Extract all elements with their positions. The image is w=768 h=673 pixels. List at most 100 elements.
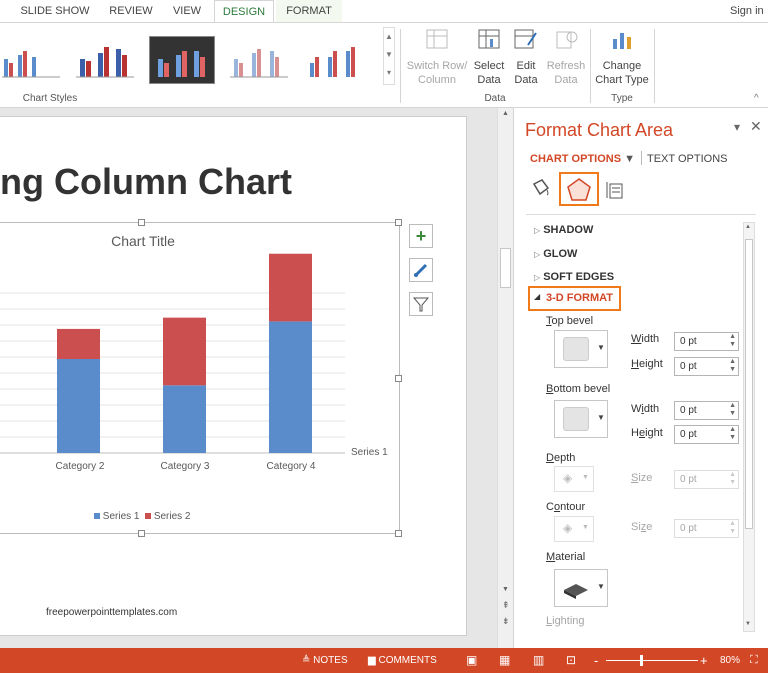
next-slide-button[interactable]: ⇟ xyxy=(502,616,510,627)
resize-handle[interactable] xyxy=(395,375,402,382)
bar-series2[interactable] xyxy=(163,317,206,386)
slide-scrollbar[interactable]: ▲ ▼ ⇞ ⇟ xyxy=(497,108,513,648)
scroll-down-arrow[interactable]: ▼ xyxy=(502,586,509,593)
slide-canvas[interactable]: ng Column Chart Chart Title Series 1 Cat… xyxy=(0,116,467,636)
format-3d-section[interactable]: ◢ 3-D FORMAT xyxy=(528,286,621,311)
bottom-bevel-dropdown[interactable]: ▼ xyxy=(554,400,608,438)
chart-area[interactable]: Chart Title Series 1 Category 2 Category… xyxy=(0,219,402,537)
zoom-in-button[interactable]: + xyxy=(700,648,708,673)
chart-style-thumb-3[interactable] xyxy=(149,36,215,84)
tab-review[interactable]: REVIEW xyxy=(102,0,160,22)
chart-filters-button[interactable] xyxy=(409,292,433,316)
collapse-ribbon-icon[interactable]: ^ xyxy=(754,93,759,104)
chart-style-thumb-5[interactable] xyxy=(304,37,368,83)
bar-series1[interactable] xyxy=(57,359,100,453)
prev-slide-button[interactable]: ⇞ xyxy=(502,600,510,611)
chevron-down-icon: ▼ xyxy=(597,582,605,591)
contour-color-dropdown[interactable]: ◈ ▼ xyxy=(554,516,594,542)
scroll-thumb[interactable] xyxy=(500,248,511,288)
data-group-label: Data xyxy=(484,93,506,104)
slide-title[interactable]: ng Column Chart xyxy=(0,161,292,203)
zoom-level[interactable]: 80% xyxy=(720,648,740,673)
resize-handle[interactable] xyxy=(395,530,402,537)
bottom-bevel-width-spinner[interactable]: 0 pt ▲ ▼ xyxy=(674,401,739,420)
tab-format[interactable]: FORMAT xyxy=(276,0,342,22)
category-label: Category 3 xyxy=(160,461,210,472)
zoom-out-button[interactable]: - xyxy=(594,648,598,673)
chart-legend[interactable]: Series 1 Series 2 xyxy=(94,511,191,522)
chart-style-thumb-2[interactable] xyxy=(74,37,138,83)
switch-row-column-button[interactable]: Switch Row/ Column xyxy=(404,59,470,87)
bottom-bevel-height-spinner[interactable]: 0 pt ▲ ▼ xyxy=(674,425,739,444)
soft-edges-section[interactable]: ▷ SOFT EDGES xyxy=(534,271,614,283)
zoom-slider-thumb[interactable] xyxy=(640,655,643,666)
resize-handle[interactable] xyxy=(138,219,145,226)
refresh-data-button[interactable]: Refresh Data xyxy=(546,59,586,87)
chart-style-thumb-1[interactable] xyxy=(0,37,64,83)
shadow-section[interactable]: ▷ SHADOW xyxy=(534,224,593,236)
chart-styles-brush-button[interactable] xyxy=(409,258,433,282)
contour-size-spinner[interactable]: 0 pt ▲ ▼ xyxy=(674,519,739,538)
chevron-down-icon: ▼ xyxy=(597,413,605,422)
change-chart-type-button[interactable]: Change Chart Type xyxy=(594,59,650,87)
effects-tab[interactable] xyxy=(559,172,599,206)
notes-button[interactable]: ≜ NOTES xyxy=(302,648,348,673)
top-bevel-height-spinner[interactable]: 0 pt ▲ ▼ xyxy=(674,357,739,376)
status-bar: ≜ NOTES ▆ COMMENTS ▣ ▦ ▥ ⊡ - + 80% ⛶ xyxy=(0,648,768,673)
tab-slide-show[interactable]: SLIDE SHOW xyxy=(14,0,96,22)
top-width-label: Width xyxy=(631,333,660,345)
pane-menu-icon[interactable]: ▾ xyxy=(734,120,740,134)
slideshow-icon[interactable]: ⊡ xyxy=(566,648,576,673)
text-options-tab[interactable]: TEXT OPTIONS xyxy=(647,153,727,165)
sign-in-link[interactable]: Sign in xyxy=(730,0,768,22)
lighting-label: Lighting xyxy=(546,615,585,627)
glow-section[interactable]: ▷ GLOW xyxy=(534,248,577,260)
legend-swatch-series1 xyxy=(94,513,100,519)
footer-url: freepowerpointtemplates.com xyxy=(46,607,178,618)
close-icon[interactable]: ✕ xyxy=(750,118,762,135)
depth-color-dropdown[interactable]: ◈ ▼ xyxy=(554,466,594,492)
chart-styles-group-label: Chart Styles xyxy=(22,93,78,104)
select-data-button[interactable]: Select Data xyxy=(472,59,506,87)
zoom-slider[interactable] xyxy=(606,660,698,661)
normal-view-icon[interactable]: ▣ xyxy=(466,648,477,673)
tab-design[interactable]: DESIGN xyxy=(214,0,274,22)
bar-series1[interactable] xyxy=(269,321,312,453)
material-dropdown[interactable]: ▼ xyxy=(554,569,608,607)
scroll-up-arrow[interactable]: ▲ xyxy=(502,110,509,117)
chart-elements-button[interactable]: + xyxy=(409,224,433,248)
fill-line-icon[interactable] xyxy=(528,176,552,200)
category-label: Category 2 xyxy=(55,461,105,472)
edit-data-button[interactable]: Edit Data xyxy=(509,59,543,87)
brush-icon xyxy=(413,263,428,278)
ribbon-tab-bar: SLIDE SHOW REVIEW VIEW DESIGN FORMAT Sig… xyxy=(0,0,768,22)
chart-styles-scroll[interactable]: ▲ ▼ ▾ xyxy=(383,27,395,85)
tab-view[interactable]: VIEW xyxy=(165,0,209,22)
chart-style-thumb-4[interactable] xyxy=(228,37,292,83)
size-properties-icon[interactable] xyxy=(604,178,628,202)
depth-size-label: Size xyxy=(631,472,653,484)
top-height-label: Height xyxy=(631,358,663,370)
slide-sorter-icon[interactable]: ▦ xyxy=(499,648,510,673)
top-bevel-width-spinner[interactable]: 0 pt ▲ ▼ xyxy=(674,332,739,351)
filter-icon xyxy=(412,297,430,312)
reading-view-icon[interactable]: ▥ xyxy=(533,648,544,673)
resize-handle[interactable] xyxy=(138,530,145,537)
fit-to-window-icon[interactable]: ⛶ xyxy=(750,648,758,673)
series-axis-label: Series 1 xyxy=(351,447,388,458)
depth-size-spinner[interactable]: 0 pt ▲ ▼ xyxy=(674,470,739,489)
pane-scroll-thumb[interactable] xyxy=(745,239,753,529)
refresh-data-icon xyxy=(556,29,578,52)
comments-button[interactable]: ▆ COMMENTS xyxy=(368,648,437,673)
chart-options-tab[interactable]: CHART OPTIONS ▼ xyxy=(530,153,635,165)
bottom-width-label: Width xyxy=(631,403,660,415)
top-bevel-dropdown[interactable]: ▼ xyxy=(554,330,608,368)
bar-series2[interactable] xyxy=(269,253,312,322)
pane-scrollbar[interactable]: ▲ ▼ xyxy=(743,222,755,632)
bottom-bevel-label: Bottom bevel xyxy=(546,383,611,395)
bar-series2[interactable] xyxy=(57,328,100,359)
format-chart-area-pane: Format Chart Area ▾ ✕ CHART OPTIONS ▼ TE… xyxy=(513,108,768,648)
bar-series1[interactable] xyxy=(163,385,206,453)
bottom-height-label: Height xyxy=(631,427,663,439)
resize-handle[interactable] xyxy=(395,219,402,226)
